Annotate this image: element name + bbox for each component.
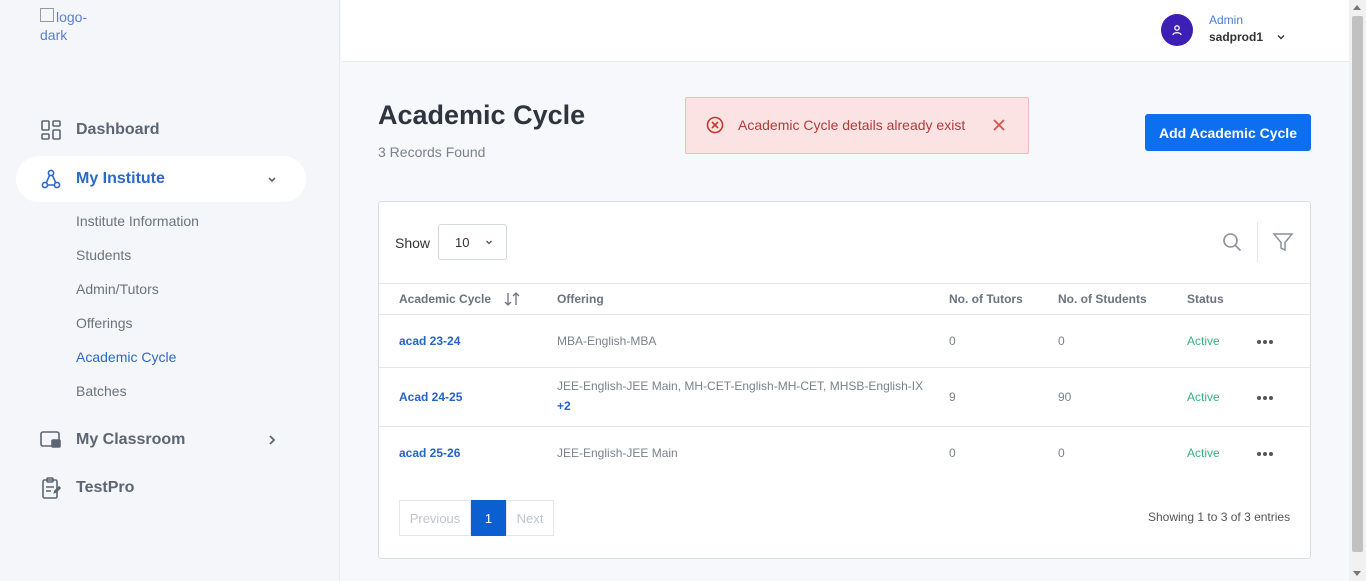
column-header-tutors: No. of Tutors	[949, 292, 1023, 306]
chevron-down-icon[interactable]	[1275, 31, 1287, 43]
dashboard-icon	[40, 119, 62, 141]
academic-cycle-link[interactable]: acad 23-24	[399, 334, 460, 348]
academic-cycle-table-card: Show 10 Academic Cycle Offering No. of T…	[378, 201, 1311, 559]
user-icon	[1172, 25, 1182, 36]
sidebar-subitem-academic-cycle[interactable]: Academic Cycle	[76, 349, 176, 365]
academic-cycle-link[interactable]: acad 25-26	[399, 446, 460, 460]
sidebar-item-my-institute[interactable]: My Institute	[16, 156, 306, 202]
sidebar-item-label: My Institute	[76, 170, 165, 187]
show-label: Show	[395, 235, 431, 251]
table-row: Acad 24-25 JEE-English-JEE Main, MH-CET-…	[379, 368, 1310, 427]
avatar[interactable]	[1161, 14, 1193, 46]
more-options-icon[interactable]	[1256, 451, 1274, 457]
column-header-offering: Offering	[557, 292, 604, 306]
table-header: Academic Cycle Offering No. of Tutors No…	[379, 283, 1310, 315]
sidebar-subitem-students[interactable]: Students	[76, 247, 131, 263]
next-page-button[interactable]: Next	[506, 500, 554, 536]
logo[interactable]: logo-dark	[40, 8, 90, 58]
sidebar-item-label: TestPro	[76, 479, 135, 496]
chevron-right-icon	[269, 435, 276, 445]
alert-message: Academic Cycle details already exist	[738, 117, 966, 133]
column-header-students: No. of Students	[1058, 292, 1147, 306]
error-circle-icon	[706, 116, 724, 134]
records-count: 3 Records Found	[378, 144, 486, 160]
students-cell: 90	[1058, 390, 1072, 404]
scrollbar-thumb[interactable]	[1352, 16, 1363, 552]
more-options-icon[interactable]	[1256, 339, 1274, 345]
add-academic-cycle-button[interactable]: Add Academic Cycle	[1145, 114, 1311, 151]
sidebar-subitem-batches[interactable]: Batches	[76, 383, 127, 399]
scrollbar[interactable]	[1349, 0, 1366, 581]
sidebar-item-testpro[interactable]: TestPro	[16, 465, 306, 511]
test-clipboard-icon	[40, 477, 62, 499]
page-number-button[interactable]: 1	[471, 500, 506, 536]
more-offerings-link[interactable]: +2	[557, 399, 571, 413]
hierarchy-icon	[40, 168, 62, 190]
students-cell: 0	[1058, 446, 1065, 460]
close-icon[interactable]	[992, 118, 1006, 132]
user-name[interactable]: sadprod1	[1209, 30, 1263, 44]
tutors-cell: 9	[949, 390, 956, 404]
broken-image-icon	[40, 8, 54, 22]
sort-icon[interactable]	[503, 291, 521, 307]
page-size-select[interactable]: 10	[438, 224, 507, 260]
previous-page-button[interactable]: Previous	[399, 500, 471, 536]
sidebar-item-dashboard[interactable]: Dashboard	[16, 107, 306, 153]
students-cell: 0	[1058, 334, 1065, 348]
scroll-down-arrow-icon[interactable]	[1353, 571, 1361, 576]
chevron-down-icon	[486, 240, 492, 245]
pagination: Previous 1 Next	[399, 500, 554, 536]
search-icon[interactable]	[1222, 232, 1242, 252]
offering-text: JEE-English-JEE Main, MH-CET-English-MH-…	[557, 379, 924, 393]
tutors-cell: 0	[949, 334, 956, 348]
scroll-up-arrow-icon[interactable]	[1353, 5, 1361, 10]
status-badge: Active	[1187, 334, 1220, 348]
chevron-down-icon	[268, 177, 276, 183]
sidebar-item-label: My Classroom	[76, 431, 186, 448]
status-badge: Active	[1187, 446, 1220, 460]
more-options-icon[interactable]	[1256, 395, 1274, 401]
classroom-icon	[40, 429, 62, 451]
column-header-status: Status	[1187, 292, 1224, 306]
filter-icon[interactable]	[1272, 231, 1294, 253]
error-alert: Academic Cycle details already exist	[685, 97, 1029, 154]
offering-cell: MBA-English-MBA	[557, 334, 657, 348]
entries-info: Showing 1 to 3 of 3 entries	[1148, 510, 1291, 524]
toolbar-divider	[1257, 222, 1258, 262]
tutors-cell: 0	[949, 446, 956, 460]
offering-cell: JEE-English-JEE Main	[557, 446, 678, 460]
column-header-academic-cycle[interactable]: Academic Cycle	[399, 292, 491, 306]
sidebar-item-label: Dashboard	[76, 121, 160, 138]
sidebar: logo-dark Dashboard My Institute Institu…	[0, 0, 340, 581]
user-role: Admin	[1209, 13, 1244, 27]
top-header: Admin sadprod1	[341, 0, 1349, 62]
page-size-value: 10	[455, 235, 470, 250]
sidebar-subitem-admin-tutors[interactable]: Admin/Tutors	[76, 281, 159, 297]
offering-cell: JEE-English-JEE Main, MH-CET-English-MH-…	[557, 379, 942, 413]
sidebar-subitem-offerings[interactable]: Offerings	[76, 315, 133, 331]
table-row: acad 25-26 JEE-English-JEE Main 0 0 Acti…	[379, 427, 1310, 480]
sidebar-item-my-classroom[interactable]: My Classroom	[16, 417, 306, 463]
academic-cycle-link[interactable]: Acad 24-25	[399, 390, 462, 404]
status-badge: Active	[1187, 390, 1220, 404]
page-title: Academic Cycle	[378, 100, 586, 130]
table-row: acad 23-24 MBA-English-MBA 0 0 Active	[379, 315, 1310, 368]
sidebar-subitem-institute-information[interactable]: Institute Information	[76, 213, 199, 229]
